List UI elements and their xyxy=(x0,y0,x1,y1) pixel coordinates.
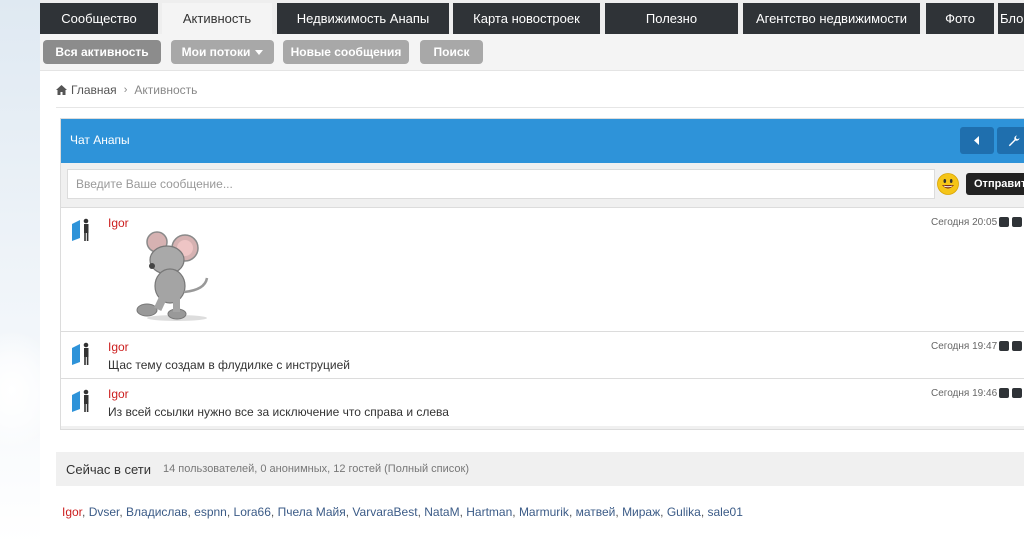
online-user-link[interactable]: Gulika xyxy=(667,505,701,519)
edit-icon[interactable] xyxy=(999,217,1009,227)
edit-icon[interactable] xyxy=(999,341,1009,351)
divider xyxy=(56,107,1024,108)
chat-title: Чат Анапы xyxy=(70,133,130,147)
send-button[interactable]: Отправить xyxy=(966,173,1024,195)
separator: , xyxy=(512,505,519,519)
search-button[interactable]: Поиск xyxy=(420,40,483,64)
new-messages-button[interactable]: Новые сообщения xyxy=(283,40,409,64)
online-user-link[interactable]: Hartman xyxy=(466,505,512,519)
main-nav: Сообщество Активность Недвижимость Анапы… xyxy=(40,0,1024,34)
online-user-link[interactable]: sale01 xyxy=(708,505,743,519)
online-user-link[interactable]: Lora66 xyxy=(234,505,271,519)
separator: , xyxy=(82,505,89,519)
online-user-link[interactable]: Владислав xyxy=(126,505,187,519)
collapse-button[interactable] xyxy=(960,127,994,154)
edit-icon[interactable] xyxy=(999,388,1009,398)
tab-blogs[interactable]: Блоги xyxy=(998,3,1024,34)
separator: , xyxy=(700,505,708,519)
tab-activity[interactable]: Активность xyxy=(162,3,272,34)
online-panel: Сейчас в сети 14 пользователей, 0 аноним… xyxy=(56,452,1024,486)
chat-box: Чат Анапы Отправить xyxy=(60,118,1024,430)
caret-down-icon xyxy=(255,49,264,55)
breadcrumb-home-link[interactable]: Главная xyxy=(71,83,117,97)
online-stats[interactable]: 14 пользователей, 0 анонимных, 12 гостей… xyxy=(163,463,469,475)
tab-realty-anapa[interactable]: Недвижимость Анапы xyxy=(277,3,449,34)
online-user-link[interactable]: матвей xyxy=(576,505,616,519)
caret-left-icon xyxy=(974,136,979,145)
separator: , xyxy=(660,505,667,519)
chat-message: Igor Сегодня 20:05 xyxy=(61,207,1024,331)
my-streams-label: Мои потоки xyxy=(181,45,251,59)
tab-newbuild-map[interactable]: Карта новостроек xyxy=(453,3,600,34)
tab-useful[interactable]: Полезно xyxy=(605,3,738,34)
online-user-link[interactable]: espnn xyxy=(194,505,227,519)
message-text: Щас тему создам в флудилке с инструцией xyxy=(108,358,350,372)
smiley-icon[interactable] xyxy=(937,173,959,195)
delete-icon[interactable] xyxy=(1012,217,1022,227)
avatar[interactable] xyxy=(71,216,95,242)
chevron-right-icon: › xyxy=(123,84,128,96)
chat-message-input[interactable] xyxy=(67,169,935,199)
tab-community[interactable]: Сообщество xyxy=(40,3,158,34)
tab-agency[interactable]: Агентство недвижимости xyxy=(743,3,920,34)
mouse-animation-image xyxy=(136,231,209,321)
online-title: Сейчас в сети xyxy=(66,462,152,477)
avatar[interactable] xyxy=(71,340,95,366)
message-author[interactable]: Igor xyxy=(108,340,129,354)
avatar[interactable] xyxy=(71,387,95,413)
wrench-icon xyxy=(1008,135,1020,146)
online-user-link[interactable]: VarvaraBest xyxy=(352,505,417,519)
tab-photo[interactable]: Фото xyxy=(926,3,994,34)
separator: , xyxy=(226,505,234,519)
page: Сообщество Активность Недвижимость Анапы… xyxy=(40,0,1024,544)
sub-nav: Вся активность Мои потоки Новые сообщени… xyxy=(40,34,1024,71)
chat-message: Igor Из всей ссылки нужно все за исключе… xyxy=(61,378,1024,426)
all-activity-button[interactable]: Вся активность xyxy=(43,40,161,64)
message-author[interactable]: Igor xyxy=(108,387,129,401)
chat-input-row: Отправить xyxy=(67,169,1024,201)
online-user-link[interactable]: Dvser xyxy=(89,505,120,519)
delete-icon[interactable] xyxy=(1012,388,1022,398)
online-users-list: Igor, Dvser, Владислав, espnn, Lora66, П… xyxy=(62,505,743,519)
online-user-link[interactable]: Мираж xyxy=(622,505,660,519)
message-time: Сегодня 20:05 xyxy=(931,217,998,228)
separator: , xyxy=(568,505,576,519)
home-icon xyxy=(56,85,67,95)
chat-header: Чат Анапы xyxy=(61,119,1024,163)
online-user-link[interactable]: Пчела Майя xyxy=(278,505,346,519)
breadcrumb: Главная › Активность xyxy=(56,82,197,98)
message-time: Сегодня 19:47 xyxy=(931,341,998,352)
chat-message: Igor Щас тему создам в флудилке с инстру… xyxy=(61,331,1024,378)
message-author[interactable]: Igor xyxy=(108,216,129,230)
separator: , xyxy=(270,505,278,519)
message-time: Сегодня 19:46 xyxy=(931,388,998,399)
delete-icon[interactable] xyxy=(1012,341,1022,351)
my-streams-button[interactable]: Мои потоки xyxy=(171,40,274,64)
message-text: Из всей ссылки нужно все за исключение ч… xyxy=(108,405,449,419)
settings-button[interactable] xyxy=(997,127,1024,154)
breadcrumb-current: Активность xyxy=(134,83,198,97)
online-user-link[interactable]: Igor xyxy=(62,505,82,519)
online-user-link[interactable]: NataM xyxy=(424,505,459,519)
online-user-link[interactable]: Marmurik xyxy=(519,505,569,519)
